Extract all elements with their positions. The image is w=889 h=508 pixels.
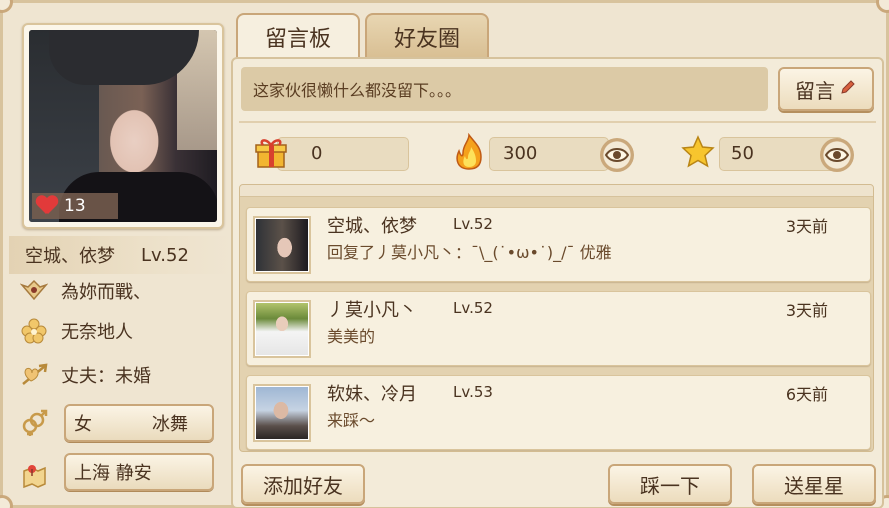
heart-icon: [36, 196, 58, 216]
send-star-label: 送星星: [784, 473, 844, 498]
add-friend-label: 添加好友: [263, 473, 343, 498]
avatar-frame[interactable]: 13: [22, 23, 224, 229]
send-star-button[interactable]: 送星星: [752, 464, 876, 504]
add-friend-button[interactable]: 添加好友: [241, 464, 365, 504]
gift-icon: [253, 135, 289, 175]
comment-text: 回复了丿莫小凡丶：¯\_(˙•ω•˙)_/¯ 优雅: [327, 243, 612, 262]
avatar[interactable]: 13: [29, 30, 217, 222]
commenter-level: Lv.53: [453, 383, 493, 401]
leave-message-button[interactable]: 留言: [778, 67, 874, 111]
comment-text: 来踩～: [327, 411, 376, 430]
map-pin-icon: [19, 461, 49, 489]
crown-icon: [19, 277, 49, 305]
commenter-avatar[interactable]: [253, 216, 311, 274]
gender-value: 女: [74, 414, 92, 435]
tab-label: 好友圈: [393, 27, 460, 52]
comment-time: 6天前: [785, 385, 828, 404]
cupid-arrow-icon: [19, 361, 49, 389]
star-icon: [681, 135, 715, 173]
list-item[interactable]: 软妹、冷月 Lv.53 6天前 来踩～: [246, 375, 871, 450]
gift-stat-box: [277, 137, 409, 171]
profile-window: 13 空城、依梦 Lv.52 為妳而戰、 无奈地人 丈夫：未婚 女 冰舞 上海 …: [0, 0, 889, 508]
view-popularity-eye-icon[interactable]: [600, 138, 634, 172]
gender-icon: [19, 409, 49, 437]
commenter-name[interactable]: 空城、依梦: [327, 212, 417, 238]
like-count: 13: [64, 196, 86, 216]
message-board-panel: 这家伙很懒什么都没留下。。。 留言 0 300 50 空城、依梦 Lv.52 3…: [231, 57, 884, 508]
corner-ornament: [876, 0, 889, 13]
step-button[interactable]: 踩一下: [608, 464, 732, 504]
marital-text: 丈夫：未婚: [61, 366, 151, 387]
step-label: 踩一下: [640, 473, 700, 498]
list-item[interactable]: 空城、依梦 Lv.52 3天前 回复了丿莫小凡丶：¯\_(˙•ω•˙)_/¯ 优…: [246, 207, 871, 282]
commenter-level: Lv.52: [453, 215, 493, 233]
profile-sidebar: 13 空城、依梦 Lv.52 為妳而戰、 无奈地人 丈夫：未婚 女 冰舞 上海 …: [9, 11, 231, 505]
tab-friend-circle[interactable]: 好友圈: [365, 13, 489, 59]
level: Lv.52: [141, 244, 189, 266]
signature-row: 為妳而戰、: [19, 277, 151, 305]
gift-count: 0: [311, 143, 323, 164]
commenter-avatar[interactable]: [253, 300, 311, 358]
nickname: 空城、依梦: [25, 246, 115, 267]
flame-icon: [451, 132, 487, 175]
comment-time: 3天前: [785, 217, 828, 236]
gender-row: [19, 409, 49, 437]
tab-label: 留言板: [264, 27, 331, 52]
city-value: 上海 静安: [74, 463, 152, 484]
commenter-level: Lv.52: [453, 299, 493, 317]
star-count: 50: [731, 143, 754, 164]
city-row: [19, 461, 49, 489]
list-item[interactable]: 丿莫小凡丶 Lv.52 3天前 美美的: [246, 291, 871, 366]
flower-icon: [19, 317, 49, 345]
status-message: 这家伙很懒什么都没留下。。。: [241, 67, 768, 111]
nickname-row: 空城、依梦 Lv.52: [9, 236, 231, 274]
view-stars-eye-icon[interactable]: [820, 138, 854, 172]
tab-message-board[interactable]: 留言板: [236, 13, 360, 59]
gender-constellation-pill[interactable]: 女 冰舞: [64, 404, 214, 442]
list-top-bar: [240, 185, 873, 197]
popularity-count: 300: [503, 143, 538, 164]
commenter-name[interactable]: 软妹、冷月: [327, 380, 417, 406]
marital-row: 丈夫：未婚: [19, 361, 151, 389]
location-tag-row: 无奈地人: [19, 317, 133, 345]
comment-text: 美美的: [327, 327, 376, 346]
leave-message-label: 留言: [795, 78, 835, 103]
like-badge[interactable]: 13: [32, 193, 118, 219]
commenter-avatar[interactable]: [253, 384, 311, 442]
city-pill[interactable]: 上海 静安: [64, 453, 214, 491]
pencil-icon: [839, 77, 857, 101]
divider: [239, 121, 876, 123]
comment-time: 3天前: [785, 301, 828, 320]
comment-list[interactable]: 空城、依梦 Lv.52 3天前 回复了丿莫小凡丶：¯\_(˙•ω•˙)_/¯ 优…: [239, 184, 874, 452]
commenter-name[interactable]: 丿莫小凡丶: [327, 296, 417, 322]
constellation-value: 冰舞: [152, 414, 188, 435]
signature-text: 為妳而戰、: [61, 282, 151, 303]
location-tag-text: 无奈地人: [61, 322, 133, 343]
